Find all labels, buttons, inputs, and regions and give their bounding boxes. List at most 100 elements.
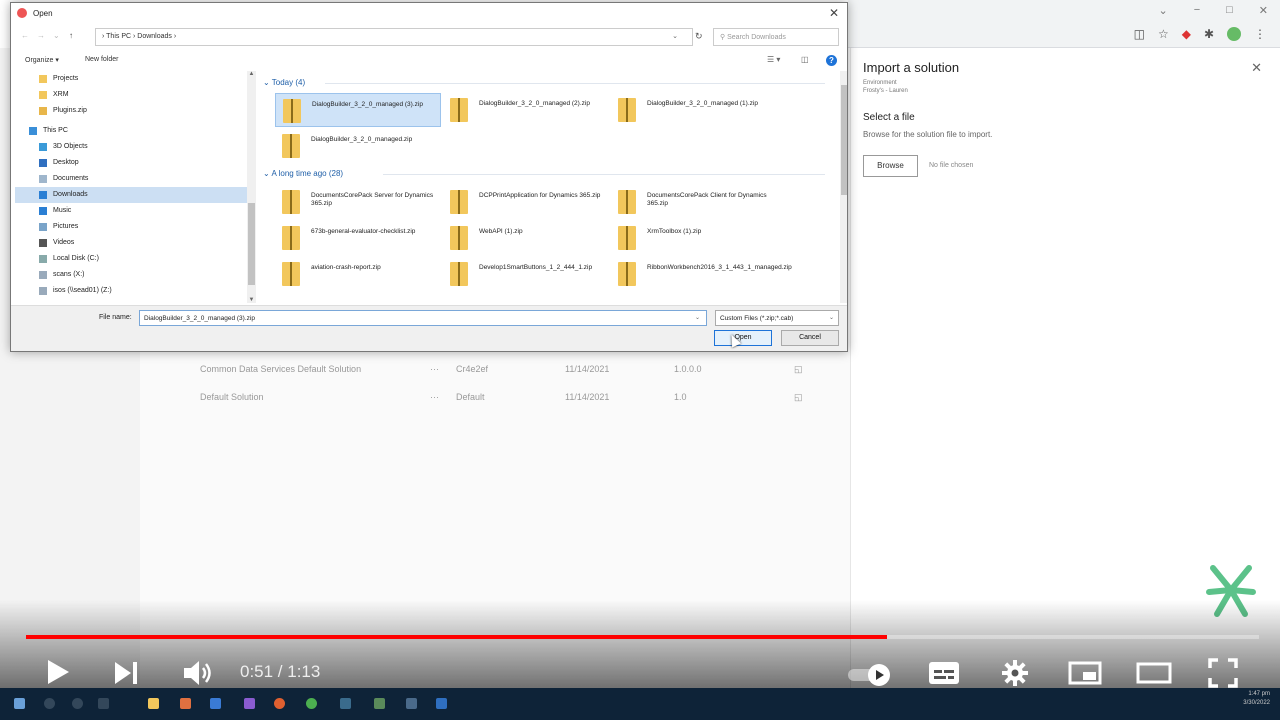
file-item[interactable]: aviation-crash-report.zip xyxy=(275,257,441,291)
file-explorer-icon[interactable] xyxy=(148,698,159,709)
more-icon[interactable]: ··· xyxy=(430,392,439,402)
app-icon[interactable] xyxy=(374,698,385,709)
maximize-icon[interactable]: □ xyxy=(1226,4,1233,17)
file-item[interactable]: XrmToolbox (1).zip xyxy=(611,221,777,255)
autoplay-toggle[interactable] xyxy=(848,664,894,686)
more-icon[interactable]: ⋮ xyxy=(1254,27,1266,41)
file-item[interactable]: DocumentsCorePack Client for Dynamics 36… xyxy=(611,185,777,219)
file-item[interactable]: DocumentsCorePack Server for Dynamics 36… xyxy=(275,185,441,219)
new-folder-button[interactable]: New folder xyxy=(85,56,118,63)
view-options-icon[interactable]: ☰ ▾ xyxy=(767,55,780,64)
start-icon[interactable] xyxy=(14,698,25,709)
theater-mode-icon[interactable] xyxy=(1136,662,1172,684)
file-item[interactable]: DialogBuilder_3_2_0_managed.zip xyxy=(275,129,441,163)
file-list-scrollbar[interactable] xyxy=(840,71,847,303)
nav-item-xrm[interactable]: XRM xyxy=(15,87,247,103)
nav-item-pictures[interactable]: Pictures xyxy=(15,219,247,235)
cancel-button[interactable]: Cancel xyxy=(781,330,839,346)
file-item[interactable]: DialogBuilder_3_2_0_managed (2).zip xyxy=(443,93,609,127)
nav-item-videos[interactable]: Videos xyxy=(15,235,247,251)
nav-item-downloads[interactable]: Downloads xyxy=(15,187,247,203)
visual-studio-icon[interactable] xyxy=(244,698,255,709)
file-item[interactable]: RibbonWorkbench2016_3_1_443_1_managed.zi… xyxy=(611,257,792,291)
file-name-input[interactable]: DialogBuilder_3_2_0_managed (3).zip xyxy=(139,310,707,326)
fullscreen-icon[interactable] xyxy=(1208,658,1238,688)
scroll-thumb[interactable] xyxy=(248,203,255,285)
chevron-down-icon[interactable]: ⌄ xyxy=(695,314,700,321)
app-icon[interactable] xyxy=(406,698,417,709)
scroll-thumb[interactable] xyxy=(841,85,847,195)
file-type-select[interactable]: Custom Files (*.zip;*.cab) ⌄ xyxy=(715,310,839,326)
refresh-icon[interactable]: ↻ xyxy=(695,31,703,42)
nav-item-scans[interactable]: scans (X:) xyxy=(15,267,247,283)
cortana-icon[interactable] xyxy=(72,698,83,709)
address-bar[interactable]: › This PC › Downloads › ⌄ xyxy=(95,28,693,46)
group-header-today[interactable]: ⌄ Today (4) xyxy=(263,78,305,87)
table-row[interactable]: Common Data Services Default Solution ··… xyxy=(200,360,820,380)
help-icon[interactable]: ? xyxy=(826,55,837,66)
recent-dropdown-icon[interactable]: ⌄ xyxy=(53,31,60,40)
nav-item-music[interactable]: Music xyxy=(15,203,247,219)
extension-icon[interactable]: ◆ xyxy=(1182,27,1191,41)
chevron-down-icon[interactable]: ⌄ xyxy=(672,32,678,40)
file-item[interactable]: DialogBuilder_3_2_0_managed (1).zip xyxy=(611,93,777,127)
nav-scrollbar[interactable]: ▲ ▼ xyxy=(247,71,256,303)
app-icon[interactable] xyxy=(436,698,447,709)
scroll-up-icon[interactable]: ▲ xyxy=(247,71,256,77)
browse-button[interactable]: Browse xyxy=(863,155,918,177)
up-icon[interactable]: ↑ xyxy=(69,31,73,40)
organize-button[interactable]: Organize ▾ xyxy=(25,56,59,64)
nav-item-desktop[interactable]: Desktop xyxy=(15,155,247,171)
zip-icon xyxy=(450,98,468,122)
forward-icon[interactable]: → xyxy=(37,31,45,40)
table-row[interactable]: Default Solution ··· Default 11/14/2021 … xyxy=(200,388,820,408)
close-icon[interactable]: ✕ xyxy=(829,6,839,20)
open-button[interactable]: Open xyxy=(714,330,772,346)
file-item[interactable]: DialogBuilder_3_2_0_managed (3).zip xyxy=(275,93,441,127)
search-icon[interactable] xyxy=(44,698,55,709)
nav-item-documents[interactable]: Documents xyxy=(15,171,247,187)
nav-item-projects[interactable]: Projects xyxy=(15,71,247,87)
nav-item-3d-objects[interactable]: 3D Objects xyxy=(15,139,247,155)
next-icon[interactable] xyxy=(114,661,140,685)
chrome-icon[interactable] xyxy=(306,698,317,709)
file-name: DialogBuilder_3_2_0_managed (3).zip xyxy=(312,101,423,108)
minimize-icon[interactable]: − xyxy=(1194,4,1200,17)
puzzle-icon[interactable]: ✱ xyxy=(1204,27,1214,41)
nav-item-plugins-zip[interactable]: Plugins.zip xyxy=(15,103,247,119)
nav-item-local-disk[interactable]: Local Disk (C:) xyxy=(15,251,247,267)
file-item[interactable]: Develop1SmartButtons_1_2_444_1.zip xyxy=(443,257,609,291)
app-icon[interactable] xyxy=(180,698,191,709)
task-view-icon[interactable] xyxy=(98,698,109,709)
avatar[interactable] xyxy=(1227,27,1241,41)
file-item[interactable]: 673b-general-evaluator-checklist.zip xyxy=(275,221,441,255)
solution-name: Default Solution xyxy=(200,392,264,402)
miniplayer-icon[interactable] xyxy=(1068,661,1102,685)
progress-bar[interactable] xyxy=(26,635,1259,639)
volume-icon[interactable] xyxy=(183,660,213,686)
subtitles-icon[interactable] xyxy=(927,660,961,686)
star-icon[interactable]: ☆ xyxy=(1158,27,1169,41)
file-name: WebAPI (1).zip xyxy=(479,228,523,235)
nav-item-isos[interactable]: isos (\\sead01) (Z:) xyxy=(15,283,247,299)
close-icon[interactable]: ✕ xyxy=(1259,4,1268,17)
more-icon[interactable]: ··· xyxy=(430,364,439,374)
close-icon[interactable]: ✕ xyxy=(1251,60,1262,76)
app-icon[interactable] xyxy=(210,698,221,709)
file-item[interactable]: WebAPI (1).zip xyxy=(443,221,609,255)
chevron-down-icon[interactable]: ⌄ xyxy=(1158,4,1167,17)
taskbar-clock[interactable]: 1:47 pm 3/30/2022 xyxy=(1243,690,1270,708)
group-header-long-ago[interactable]: ⌄ A long time ago (28) xyxy=(263,169,343,178)
file-item[interactable]: DCPPrintApplication for Dynamics 365.zip xyxy=(443,185,609,219)
firefox-icon[interactable] xyxy=(274,698,285,709)
settings-gear-icon[interactable] xyxy=(1001,659,1029,687)
play-icon[interactable] xyxy=(46,659,70,685)
app-icon[interactable] xyxy=(340,698,351,709)
preview-pane-icon[interactable]: ◫ xyxy=(801,55,809,64)
nav-item-label: XRM xyxy=(53,91,69,98)
scroll-down-icon[interactable]: ▼ xyxy=(247,297,256,303)
search-input[interactable]: ⚲ Search Downloads xyxy=(713,28,839,46)
share-icon[interactable]: ◫ xyxy=(1134,27,1145,41)
nav-item-this-pc[interactable]: This PC xyxy=(15,123,247,139)
back-icon[interactable]: ← xyxy=(21,31,29,40)
